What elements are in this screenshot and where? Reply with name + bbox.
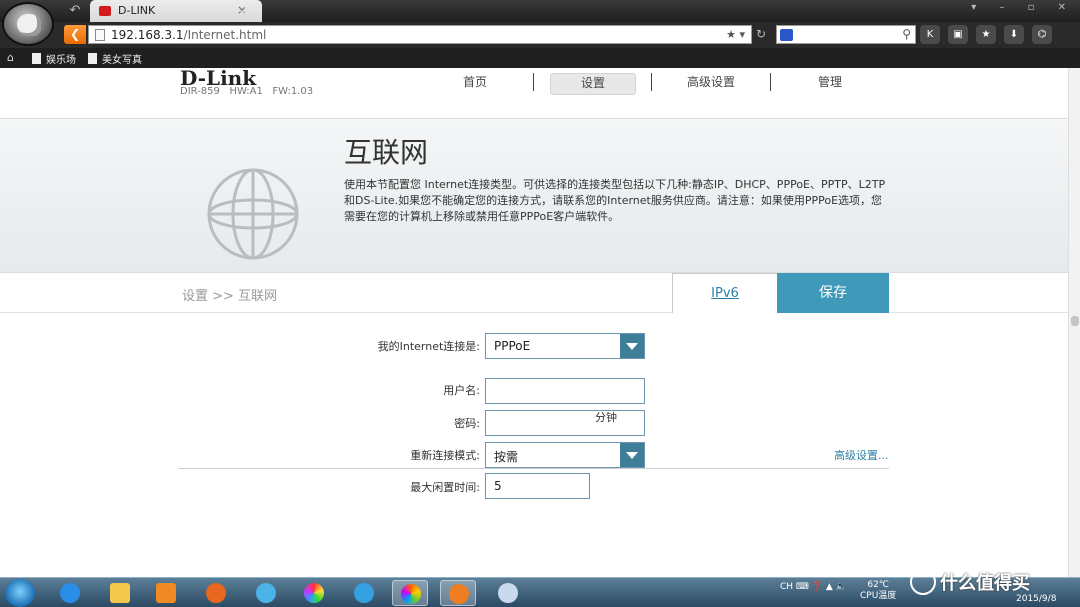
password-label: 密码:	[454, 417, 480, 430]
username-label: 用户名:	[443, 384, 480, 397]
ie-app-icon[interactable]	[52, 580, 88, 606]
url-text: 192.168.3.1/Internet.html	[111, 28, 267, 42]
taskbar-date[interactable]: 2015/9/8	[1016, 594, 1056, 604]
k-extension-icon[interactable]: K	[920, 25, 940, 44]
bookmark-star-icon[interactable]: ★ ▾	[726, 28, 745, 41]
media-player-app-icon[interactable]	[148, 580, 184, 606]
undo-close-tab-icon[interactable]: ↶	[64, 2, 86, 20]
idle-time-unit: 分钟	[595, 411, 617, 424]
gamepad-icon[interactable]: ⌬	[1032, 25, 1052, 44]
idle-time-label: 最大闲置时间:	[410, 481, 480, 494]
watermark: 什么值得买	[910, 569, 1030, 595]
page-scrollbar[interactable]	[1068, 68, 1080, 577]
browser-app-icon[interactable]	[198, 580, 234, 606]
router-header: D-Link DIR-859 HW:A1 FW:1.03 首页 设置 高级设置 …	[0, 68, 1068, 118]
search-icon[interactable]: ⚲	[902, 27, 911, 41]
nav-separator	[770, 73, 771, 91]
chevron-down-icon[interactable]	[620, 334, 644, 358]
photo-app-icon[interactable]	[392, 580, 428, 606]
connection-type-value: PPPoE	[494, 339, 531, 353]
reload-icon[interactable]: ↻	[756, 25, 774, 44]
password-field[interactable]	[485, 410, 645, 436]
dlink-favicon-icon	[99, 6, 111, 16]
page-icon	[95, 29, 105, 41]
nav-separator	[533, 73, 534, 91]
chevron-down-icon[interactable]	[620, 443, 644, 467]
save-button[interactable]: 保存	[777, 273, 889, 313]
breadcrumb-row: 设置 >> 互联网 IPv6 保存	[0, 273, 1068, 313]
home-icon[interactable]: ⌂	[7, 51, 14, 64]
reconnect-mode-select[interactable]: 按需	[485, 442, 645, 468]
scrollbar-thumb[interactable]	[1071, 316, 1079, 326]
page-title: 互联网	[344, 136, 429, 169]
chat-app-icon[interactable]	[346, 580, 382, 606]
reconnect-mode-value: 按需	[494, 450, 519, 464]
divider	[178, 468, 889, 469]
bookmark-item[interactable]: 美女写真	[88, 51, 142, 66]
connection-type-label: 我的Internet连接是:	[377, 340, 480, 353]
nav-management[interactable]: 管理	[787, 73, 873, 95]
page-description: 使用本节配置您 Internet连接类型。可供选择的连接类型包括以下几种:静态I…	[344, 178, 886, 223]
browser-toolbar: ❮ 192.168.3.1/Internet.html ★ ▾ ↻ ⚲ K ▣ …	[0, 22, 1080, 48]
new-tab-button[interactable]: +	[236, 2, 254, 20]
nav-advanced[interactable]: 高级设置	[668, 73, 754, 95]
router-page: D-Link DIR-859 HW:A1 FW:1.03 首页 设置 高级设置 …	[0, 68, 1068, 577]
tab-title: D-LINK	[118, 4, 156, 17]
tab-ipv6[interactable]: IPv6	[672, 273, 778, 313]
globe-icon	[207, 168, 299, 260]
explorer-app-icon[interactable]	[102, 580, 138, 606]
search-input[interactable]: ⚲	[776, 25, 916, 44]
cpu-temperature: 62℃ CPU温度	[860, 580, 897, 601]
breadcrumb: 设置 >> 互联网	[182, 289, 278, 304]
window-controls[interactable]: ▾ – ▫ ✕	[971, 2, 1076, 16]
browser-active-app-icon[interactable]	[440, 580, 476, 606]
star-icon[interactable]: ★	[976, 25, 996, 44]
download-icon[interactable]: ⬇	[1004, 25, 1024, 44]
back-button[interactable]: ❮	[64, 25, 86, 44]
lock-icon[interactable]: ▣	[948, 25, 968, 44]
reconnect-mode-label: 重新连接模式:	[410, 449, 480, 462]
color-app-icon[interactable]	[296, 580, 332, 606]
browser-tabstrip: ↶ D-LINK × + ▾ – ▫ ✕	[0, 0, 1080, 22]
nav-settings[interactable]: 设置	[550, 73, 636, 95]
model-info: DIR-859 HW:A1 FW:1.03	[180, 86, 314, 97]
bookmark-item[interactable]: 娱乐场	[32, 51, 76, 66]
username-field[interactable]	[485, 378, 645, 404]
nav-home[interactable]: 首页	[432, 73, 518, 95]
bird-app-icon[interactable]	[248, 580, 284, 606]
address-bar[interactable]: 192.168.3.1/Internet.html ★ ▾	[88, 25, 752, 44]
advanced-settings-link[interactable]: 高级设置...	[834, 447, 889, 463]
nav-separator	[651, 73, 652, 91]
system-tray[interactable]: CH ⌨ ❓ ▲ 🔈	[780, 582, 847, 592]
connection-type-select[interactable]: PPPoE	[485, 333, 645, 359]
idle-time-field[interactable]: 5	[485, 473, 590, 499]
paint-app-icon[interactable]	[490, 580, 526, 606]
start-button[interactable]	[5, 579, 35, 607]
page-banner: 互联网 使用本节配置您 Internet连接类型。可供选择的连接类型包括以下几种…	[0, 118, 1068, 273]
bookmarks-bar: ⌂ 娱乐场 美女写真	[0, 48, 1080, 68]
browser-logo-icon[interactable]	[2, 2, 54, 46]
search-engine-icon[interactable]	[780, 29, 793, 41]
